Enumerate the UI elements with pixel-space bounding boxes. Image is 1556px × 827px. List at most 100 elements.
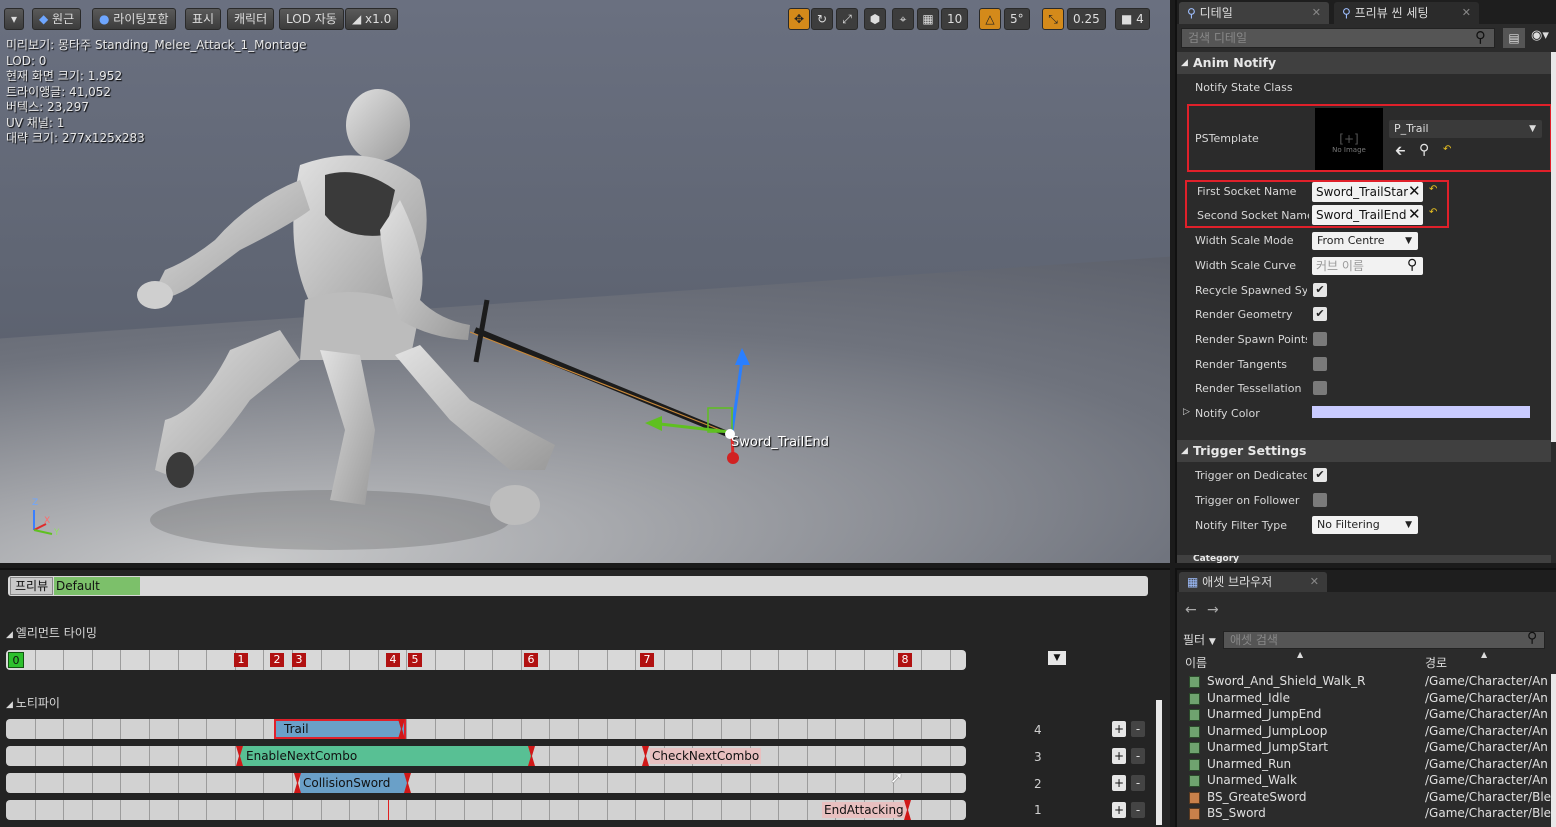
scale-icon[interactable]: ⤢ — [836, 8, 858, 30]
search-icon[interactable]: ⚲ — [1475, 28, 1486, 46]
scrollbar[interactable] — [1551, 52, 1556, 442]
asset-row[interactable]: Unarmed_JumpLoop/Game/Character/An — [1185, 724, 1555, 740]
show-button[interactable]: 표시 — [185, 8, 222, 30]
search-icon[interactable]: ⚲ — [1407, 257, 1417, 273]
notify-end-handle[interactable] — [398, 719, 405, 739]
viewport-options-button[interactable]: ▾ — [4, 8, 24, 30]
filter-type-dropdown[interactable]: No Filtering ▼ — [1312, 516, 1418, 534]
first-marker[interactable]: 0 — [8, 652, 24, 668]
translate-icon[interactable]: ✥ — [788, 8, 810, 30]
notify-track[interactable]: Trail — [6, 719, 966, 739]
tab-asset-browser[interactable]: ▦ 애셋 브라우저 ✕ — [1179, 572, 1327, 592]
notifies-header[interactable]: ◢ 노티파이 — [6, 694, 60, 711]
asset-row[interactable]: Unarmed_Idle/Game/Character/An — [1185, 691, 1555, 707]
element-timing-track[interactable]: 0 12345678 — [6, 650, 966, 670]
camera-speed-button[interactable]: ■ 4 — [1115, 8, 1150, 30]
surface-snap-icon[interactable]: ⌖ — [892, 8, 914, 30]
tab-preview-scene-settings[interactable]: ⚲ 프리뷰 씬 세팅 ✕ — [1334, 2, 1479, 24]
timing-marker[interactable]: 4 — [386, 653, 400, 667]
width-scale-mode-dropdown[interactable]: From Centre ▼ — [1312, 232, 1418, 250]
grid-snap-icon[interactable]: ▦ — [917, 8, 939, 30]
notify-check-next-combo[interactable]: CheckNextCombo — [650, 748, 762, 764]
search-icon[interactable]: ⚲ — [1527, 630, 1537, 646]
asset-row[interactable]: BS_Sword/Game/Character/Ble — [1185, 806, 1555, 822]
eye-icon[interactable]: ◉▾ — [1531, 28, 1549, 43]
world-local-icon[interactable]: ⬢ — [864, 8, 886, 30]
close-icon[interactable]: ✕ — [1312, 2, 1321, 24]
preview-slot-default[interactable]: Default — [54, 577, 140, 595]
timing-marker[interactable]: 6 — [524, 653, 538, 667]
view-options-icon[interactable]: ▤ — [1503, 28, 1525, 48]
scale-snap-icon[interactable]: ⤡ — [1042, 8, 1064, 30]
category-next[interactable]: Category — [1177, 555, 1551, 563]
notify-end-handle[interactable] — [404, 773, 411, 793]
asset-search-input[interactable]: 애셋 검색 — [1223, 631, 1545, 649]
trigger-dedicated-checkbox[interactable]: ✔ — [1313, 468, 1327, 482]
asset-row[interactable]: Unarmed_JumpEnd/Game/Character/An — [1185, 707, 1555, 723]
add-track-button[interactable]: + — [1112, 802, 1126, 818]
category-trigger-settings[interactable]: ◢ Trigger Settings — [1177, 440, 1551, 462]
lighting-button[interactable]: ● 라이팅포함 — [92, 8, 176, 30]
playhead[interactable] — [388, 800, 389, 820]
timing-marker[interactable]: 5 — [408, 653, 422, 667]
notify-marker[interactable] — [904, 800, 911, 820]
timing-marker[interactable]: 8 — [898, 653, 912, 667]
asset-row[interactable]: Unarmed_JumpStart/Game/Character/An — [1185, 740, 1555, 756]
filter-button[interactable]: 필터 ▼ — [1183, 631, 1216, 648]
render-geometry-checkbox[interactable]: ✔ — [1313, 307, 1327, 321]
scale-snap-value[interactable]: 0.25 — [1067, 8, 1106, 30]
notify-start-handle[interactable] — [294, 773, 301, 793]
trigger-follower-checkbox[interactable] — [1313, 493, 1327, 507]
back-arrow-icon[interactable]: ← — [1185, 602, 1197, 618]
notify-track[interactable]: EnableNextCombo CheckNextCombo — [6, 746, 966, 766]
asset-row[interactable]: Sword_And_Shield_Walk_R/Game/Character/A… — [1185, 674, 1555, 690]
notify-marker[interactable] — [642, 746, 649, 766]
forward-arrow-icon[interactable]: → — [1207, 602, 1219, 618]
add-track-button[interactable]: + — [1112, 775, 1126, 791]
details-search-input[interactable]: 검색 디테일 — [1181, 28, 1495, 48]
asset-row[interactable]: Unarmed_Walk/Game/Character/An — [1185, 773, 1555, 789]
timing-dropdown-icon[interactable]: ▼ — [1048, 651, 1066, 665]
tab-details[interactable]: ⚲ 디테일 ✕ — [1179, 2, 1329, 24]
character-button[interactable]: 캐릭터 — [227, 8, 275, 30]
add-track-button[interactable]: + — [1112, 748, 1126, 764]
category-anim-notify[interactable]: ◢ Anim Notify — [1177, 52, 1551, 74]
element-timing-header[interactable]: ◢ 엘리먼트 타이밍 — [6, 624, 97, 641]
notify-track[interactable]: EndAttacking — [6, 800, 966, 820]
perspective-button[interactable]: ◆ 원근 — [32, 8, 82, 30]
expand-icon[interactable]: ▷ — [1183, 407, 1190, 417]
add-track-button[interactable]: + — [1112, 721, 1126, 737]
notify-end-handle[interactable] — [528, 746, 535, 766]
rotation-snap-icon[interactable]: △ — [979, 8, 1001, 30]
notify-start-handle[interactable] — [236, 746, 243, 766]
asset-row[interactable]: BS_GreateSword/Game/Character/Ble — [1185, 790, 1555, 806]
column-header-path[interactable]: 경로 — [1425, 654, 1447, 671]
render-tessellation-checkbox[interactable] — [1313, 381, 1327, 395]
render-tangents-checkbox[interactable] — [1313, 357, 1327, 371]
close-icon[interactable]: ✕ — [1462, 2, 1471, 24]
remove-track-button[interactable]: - — [1131, 802, 1145, 818]
timing-marker[interactable]: 7 — [640, 653, 654, 667]
recycle-checkbox[interactable]: ✔ — [1313, 283, 1327, 297]
notify-color-swatch[interactable] — [1312, 406, 1530, 418]
asset-row[interactable]: Unarmed_Run/Game/Character/An — [1185, 757, 1555, 773]
notify-end-attacking[interactable]: EndAttacking — [822, 802, 906, 818]
column-header-name[interactable]: 이름 — [1185, 654, 1207, 671]
notify-track[interactable]: CollisionSword — [6, 773, 966, 793]
scrollbar[interactable] — [1551, 674, 1556, 827]
remove-track-button[interactable]: - — [1131, 775, 1145, 791]
grid-snap-value[interactable]: 10 — [941, 8, 969, 30]
rotate-icon[interactable]: ↻ — [811, 8, 833, 30]
preview-slot-bar[interactable]: 프리뷰 Default — [8, 576, 1148, 596]
lod-button[interactable]: LOD 자동 — [279, 8, 344, 30]
timing-marker[interactable]: 2 — [270, 653, 284, 667]
close-icon[interactable]: ✕ — [1310, 572, 1319, 592]
remove-track-button[interactable]: - — [1131, 748, 1145, 764]
rotation-snap-value[interactable]: 5° — [1004, 8, 1030, 30]
timing-marker[interactable]: 1 — [234, 653, 248, 667]
playback-speed-button[interactable]: ◢ x1.0 — [345, 8, 399, 30]
render-spawn-points-checkbox[interactable] — [1313, 332, 1327, 346]
scrollbar[interactable] — [1156, 700, 1162, 825]
viewport[interactable]: ▾ ◆ 원근 ● 라이팅포함 표시 캐릭터 LOD 자동 ◢ x1.0 ✥ ↻ … — [0, 0, 1170, 563]
timing-marker[interactable]: 3 — [292, 653, 306, 667]
